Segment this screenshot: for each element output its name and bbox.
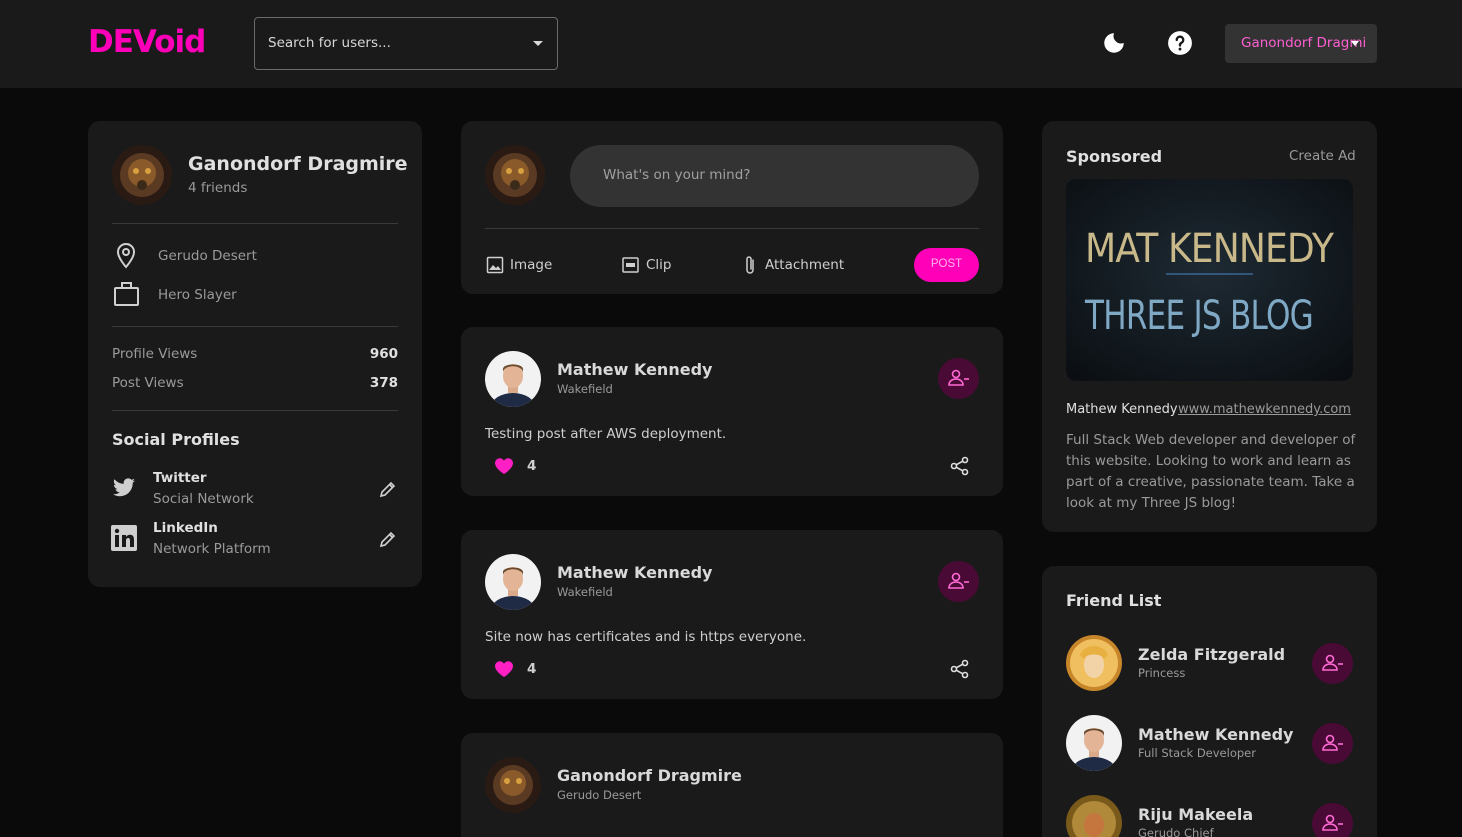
post-text: Testing post after AWS deployment. — [485, 426, 727, 442]
divider — [485, 228, 979, 229]
post-button[interactable]: POST — [914, 248, 979, 282]
friend-avatar[interactable] — [1066, 635, 1122, 691]
share-icon[interactable] — [950, 659, 970, 679]
app-logo[interactable]: DEVoid — [88, 24, 206, 60]
stat-value-profile-views: 960 — [369, 346, 398, 362]
remove-friend-button[interactable] — [1312, 803, 1353, 837]
post-card — [461, 530, 1003, 699]
location-pin-icon — [116, 242, 136, 269]
post-author-name[interactable]: Ganondorf Dragmire — [557, 766, 742, 785]
heart-icon[interactable] — [494, 457, 514, 475]
remove-friend-button[interactable] — [938, 358, 979, 399]
pencil-icon[interactable] — [379, 480, 397, 498]
ad-url-link[interactable]: www.mathewkennedy.com — [1178, 402, 1351, 417]
social-linkedin-name[interactable]: LinkedIn — [153, 520, 218, 536]
social-linkedin-type: Network Platform — [153, 541, 271, 557]
chevron-down-icon — [1351, 41, 1359, 46]
friend-role: Full Stack Developer — [1138, 746, 1256, 760]
post-author-location: Wakefield — [557, 585, 613, 599]
remove-friend-button[interactable] — [1312, 643, 1353, 684]
friend-role: Gerudo Chief — [1138, 826, 1214, 837]
friend-name[interactable]: Zelda Fitzgerald — [1138, 645, 1285, 664]
friend-list-heading: Friend List — [1066, 591, 1162, 610]
post-input-placeholder: What's on your mind? — [603, 167, 751, 183]
user-search-select[interactable]: Search for users... — [254, 17, 558, 70]
gif-icon[interactable] — [622, 257, 639, 273]
person-remove-icon — [948, 572, 969, 589]
remove-friend-button[interactable] — [938, 561, 979, 602]
stat-value-post-views: 378 — [369, 375, 398, 391]
search-placeholder: Search for users... — [268, 35, 391, 51]
ad-line-2: THREE JS BLOG — [1084, 293, 1313, 339]
post-input[interactable]: What's on your mind? — [570, 145, 979, 207]
create-ad-link[interactable]: Create Ad — [1289, 148, 1356, 164]
post-author-name[interactable]: Mathew Kennedy — [557, 360, 712, 379]
chevron-down-icon[interactable] — [533, 41, 543, 46]
navbar: DEVoid Search for users... Ganondorf Dra… — [0, 0, 1462, 88]
user-menu-name: Ganondorf Dragmi — [1241, 35, 1367, 51]
paperclip-icon[interactable] — [743, 254, 757, 276]
ad-banner-image[interactable]: MAT KENNEDY THREE JS BLOG — [1066, 179, 1353, 381]
briefcase-icon — [114, 282, 139, 306]
post-author-name[interactable]: Mathew Kennedy — [557, 563, 712, 582]
post-author-location: Gerudo Desert — [557, 788, 642, 802]
friend-name[interactable]: Mathew Kennedy — [1138, 725, 1293, 744]
share-icon[interactable] — [950, 456, 970, 476]
post-like-count: 4 — [527, 661, 537, 677]
person-remove-icon — [1322, 734, 1343, 751]
ad-advertiser-name: Mathew Kennedy — [1066, 402, 1178, 417]
stat-label-profile-views: Profile Views — [112, 346, 198, 362]
person-remove-icon — [1322, 814, 1343, 831]
remove-friend-button[interactable] — [1312, 723, 1353, 764]
person-remove-icon — [948, 369, 969, 386]
composer-attachment-label[interactable]: Attachment — [765, 257, 844, 273]
friend-name[interactable]: Riju Makeela — [1138, 805, 1253, 824]
pencil-icon[interactable] — [379, 530, 397, 548]
post-author-avatar[interactable] — [485, 351, 541, 407]
profile-location: Gerudo Desert — [158, 248, 257, 264]
divider — [112, 223, 398, 224]
person-remove-icon — [1322, 654, 1343, 671]
post-author-location: Wakefield — [557, 382, 613, 396]
profile-occupation: Hero Slayer — [158, 287, 237, 303]
help-icon[interactable] — [1167, 30, 1193, 56]
post-card — [461, 327, 1003, 496]
image-icon[interactable] — [486, 256, 504, 274]
friend-avatar[interactable] — [1066, 715, 1122, 771]
social-twitter-name[interactable]: Twitter — [153, 470, 207, 486]
divider — [112, 326, 398, 327]
divider — [112, 410, 398, 411]
profile-avatar[interactable] — [112, 145, 172, 205]
profile-friends-count: 4 friends — [188, 180, 248, 196]
social-profiles-heading: Social Profiles — [112, 430, 240, 449]
composer-image-label[interactable]: Image — [510, 257, 552, 273]
post-card — [461, 733, 1003, 837]
sponsored-heading: Sponsored — [1066, 147, 1163, 166]
linkedin-icon — [111, 525, 137, 551]
post-like-count: 4 — [527, 458, 537, 474]
ad-line-1: MAT KENNEDY — [1085, 226, 1334, 272]
moon-icon[interactable] — [1101, 30, 1127, 56]
post-text: Site now has certificates and is https e… — [485, 629, 807, 645]
profile-name[interactable]: Ganondorf Dragmire — [188, 153, 408, 175]
post-button-label: POST — [930, 258, 963, 270]
composer-clip-label[interactable]: Clip — [646, 257, 672, 273]
post-author-avatar[interactable] — [485, 554, 541, 610]
heart-icon[interactable] — [494, 660, 514, 678]
friend-role: Princess — [1138, 666, 1186, 680]
composer-avatar — [485, 145, 545, 205]
social-twitter-type: Social Network — [153, 491, 254, 507]
post-author-avatar[interactable] — [485, 757, 541, 813]
ad-description: Full Stack Web developer and developer o… — [1066, 432, 1356, 511]
user-menu-select[interactable]: Ganondorf Dragmi — [1225, 24, 1377, 63]
twitter-icon — [113, 478, 135, 497]
stat-label-post-views: Post Views — [112, 375, 184, 391]
